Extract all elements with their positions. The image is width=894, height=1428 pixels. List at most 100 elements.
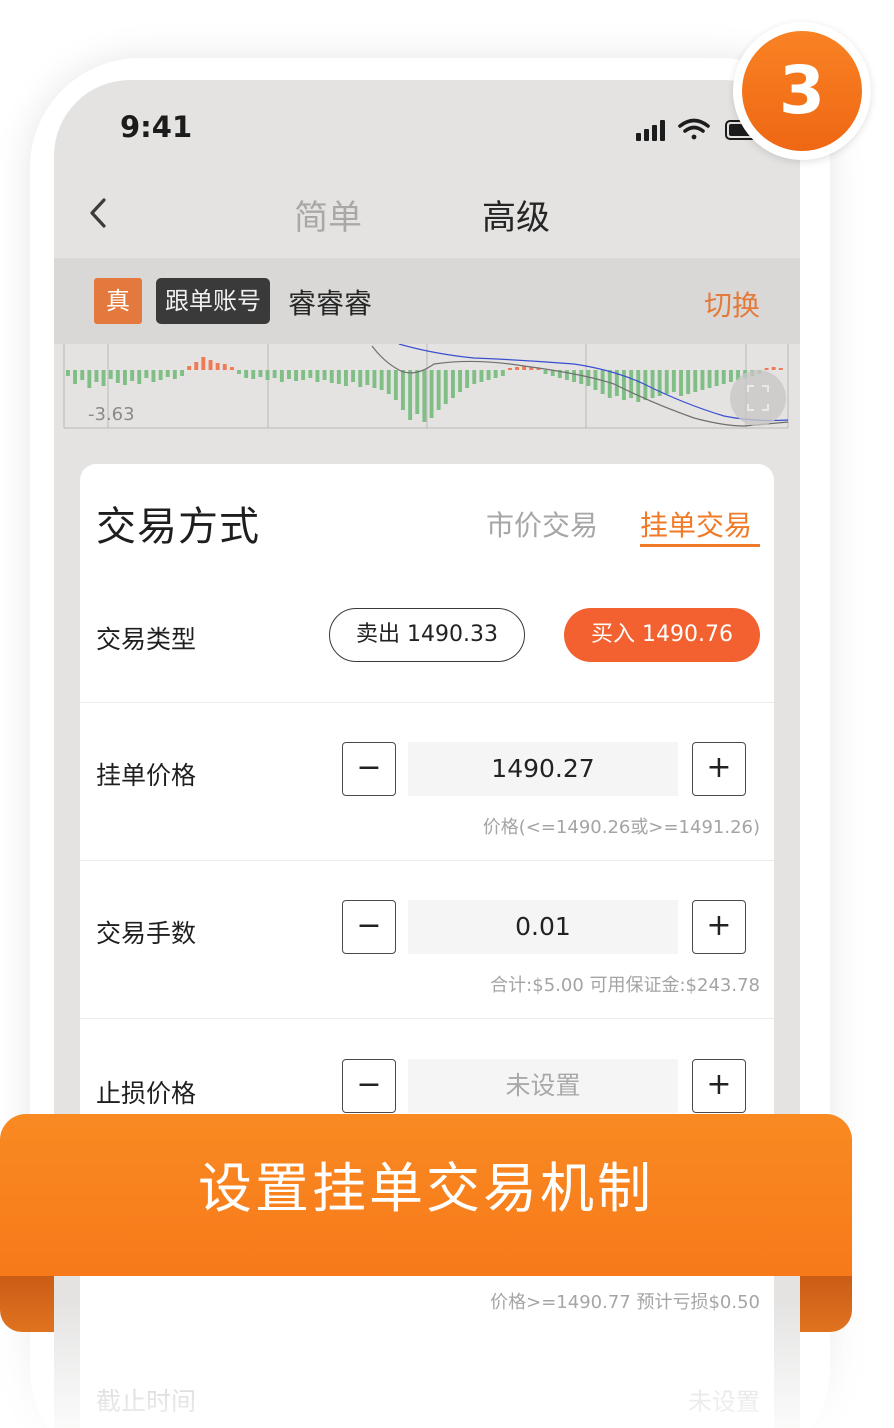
chart-bar-negative xyxy=(543,370,548,374)
chart-bar-negative xyxy=(500,370,505,376)
chart-bar-negative xyxy=(600,370,605,394)
chart-bar-negative xyxy=(115,370,120,383)
chart-bar-negative xyxy=(358,370,363,387)
chart-bar-positive xyxy=(771,367,776,370)
chart-bar-negative xyxy=(393,370,398,400)
chart-bar-negative xyxy=(693,370,698,392)
pending-price-input[interactable]: 1490.27 xyxy=(408,742,678,796)
account-bar: 真 跟单账号 睿睿睿 切换 xyxy=(54,258,800,344)
chart-bar-negative xyxy=(237,370,241,374)
chart-bar-negative xyxy=(415,370,420,414)
chart-bar-positive xyxy=(187,366,192,370)
trade-settings-card: 交易方式 市价交易 挂单交易 交易类型 卖出 1490.33 买入 1490.7… xyxy=(80,464,774,1428)
chart-bar-negative xyxy=(443,370,448,404)
market-order-tab[interactable]: 市价交易 xyxy=(486,504,598,544)
follow-account-badge: 跟单账号 xyxy=(156,278,270,324)
chart-value-label: -3.63 xyxy=(88,404,135,425)
expiry-label: 截止时间 xyxy=(96,1387,197,1416)
tab-simple[interactable]: 简单 xyxy=(294,190,362,239)
stop-loss-minus-button[interactable]: − xyxy=(342,1059,396,1113)
chart-bar-positive xyxy=(194,362,199,370)
chart-bar-negative xyxy=(329,370,334,383)
lots-plus-button[interactable]: + xyxy=(692,900,746,954)
chart-bar-negative xyxy=(251,370,256,379)
chart-bar-negative xyxy=(622,370,626,400)
chart-bar-negative xyxy=(436,370,441,410)
chart-bar-negative xyxy=(650,370,655,398)
chart-bar-negative xyxy=(66,370,70,376)
chart-bar-negative xyxy=(165,370,170,377)
lots-label: 交易手数 xyxy=(96,919,197,948)
lots-input[interactable]: 0.01 xyxy=(408,900,678,954)
chart-bar-negative xyxy=(94,370,99,382)
chart-bar-negative xyxy=(301,370,306,380)
chart-bar-negative xyxy=(279,370,284,382)
chart-bar-negative xyxy=(123,370,127,385)
chart-bar-negative xyxy=(386,370,391,394)
feature-banner: 设置挂单交易机制 xyxy=(0,1114,852,1276)
expiry-value[interactable]: 未设置 xyxy=(688,1382,760,1417)
chart-bar-negative xyxy=(351,370,355,382)
stop-loss-plus-button[interactable]: + xyxy=(692,1059,746,1113)
chart-bar-negative xyxy=(80,370,85,380)
chart-bar-negative xyxy=(565,370,569,380)
lots-minus-button[interactable]: − xyxy=(342,900,396,954)
banner-fold-right xyxy=(800,1270,852,1332)
tab-advanced[interactable]: 高级 xyxy=(482,190,550,239)
chart-bar-negative xyxy=(664,370,669,394)
chart-bar-negative xyxy=(336,370,341,384)
chart-bar-positive xyxy=(222,364,227,370)
chart-bar-negative xyxy=(322,370,327,380)
chart-bar-negative xyxy=(137,370,142,384)
indicator-chart: -3.63 xyxy=(54,344,800,444)
chart-bar-negative xyxy=(721,370,726,384)
divider xyxy=(80,1018,774,1019)
chart-bar-negative xyxy=(130,370,135,381)
account-name: 睿睿睿 xyxy=(288,287,373,320)
chart-bar-positive xyxy=(201,357,206,370)
trade-mode-title: 交易方式 xyxy=(96,504,260,550)
chart-bar-positive xyxy=(764,368,769,370)
chart-bar-negative xyxy=(707,370,712,388)
pending-order-tab[interactable]: 挂单交易 xyxy=(640,504,752,544)
chart-bar-negative xyxy=(686,370,691,394)
chart-bar-negative xyxy=(679,370,683,396)
chart-bar-negative xyxy=(579,370,584,384)
chart-bar-negative xyxy=(344,370,348,386)
chart-bar-negative xyxy=(258,370,263,377)
chart-bar-positive xyxy=(508,368,512,370)
chart-bar-negative xyxy=(729,370,733,382)
buy-button[interactable]: 买入 1490.76 xyxy=(564,608,760,662)
trade-type-label: 交易类型 xyxy=(96,625,197,654)
signal-icon xyxy=(636,120,665,141)
chart-bar-negative xyxy=(87,370,92,388)
status-time: 9:41 xyxy=(120,110,193,144)
chart-bar-negative xyxy=(700,370,705,390)
chart-bar-negative xyxy=(73,370,77,384)
chart-bar-negative xyxy=(308,370,313,378)
chart-bar-negative xyxy=(714,370,719,386)
sell-button[interactable]: 卖出 1490.33 xyxy=(329,608,525,662)
stop-loss-input[interactable]: 未设置 xyxy=(408,1059,678,1113)
fullscreen-icon[interactable] xyxy=(730,370,786,426)
pending-price-hint: 价格(<=1490.26或>=1491.26) xyxy=(482,817,760,838)
chart-bar-negative xyxy=(265,370,270,380)
switch-account-button[interactable]: 切换 xyxy=(704,284,760,324)
chart-bar-negative xyxy=(472,370,477,384)
stop-loss-label: 止损价格 xyxy=(96,1079,197,1108)
chart-bar-negative xyxy=(671,370,676,392)
chart-bar-negative xyxy=(458,370,462,392)
lots-hint: 合计:$5.00 可用保证金:$243.78 xyxy=(490,975,760,996)
chart-bar-negative xyxy=(479,370,484,382)
pending-price-minus-button[interactable]: − xyxy=(342,742,396,796)
banner-fold-left xyxy=(0,1270,54,1332)
pending-price-plus-button[interactable]: + xyxy=(692,742,746,796)
chart-bar-negative xyxy=(101,370,106,386)
chart-bar-negative xyxy=(636,370,641,402)
back-icon[interactable] xyxy=(80,188,116,238)
chart-bar-negative xyxy=(451,370,455,398)
active-tab-indicator xyxy=(640,544,760,547)
chart-bar-positive xyxy=(778,368,783,370)
chart-bar-negative xyxy=(486,370,491,380)
chart-bar-negative xyxy=(151,370,156,382)
